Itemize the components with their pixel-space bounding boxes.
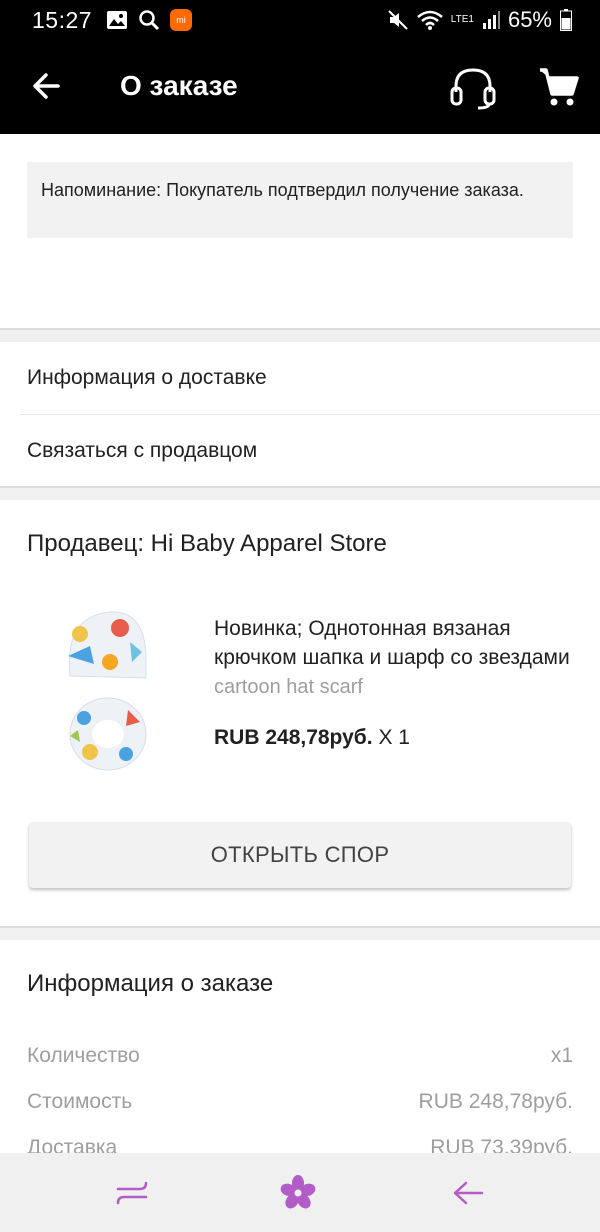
product-price-row: RUB 248,78руб. X 1 [214, 726, 410, 750]
product-price: RUB 248,78руб. [214, 726, 373, 749]
order-info-value: RUB 248,78руб. [418, 1090, 573, 1113]
contact-seller-link[interactable]: Связаться с продавцом [20, 414, 600, 486]
search-icon [139, 10, 160, 31]
status-right-icons: LTE1 65% [387, 7, 572, 33]
section-divider [0, 486, 600, 500]
order-info-value: x1 [550, 1044, 573, 1067]
headset-support-icon[interactable] [448, 64, 498, 110]
wifi-icon [416, 10, 443, 30]
mi-app-icon: mi [170, 9, 192, 31]
gallery-icon [107, 11, 127, 29]
dispute-section: ОТКРЫТЬ СПОР [0, 822, 600, 926]
seller-name[interactable]: Продавец: Hi Baby Apparel Store [0, 500, 600, 590]
reminder-banner: Напоминание: Покупатель подтвердил получ… [27, 162, 573, 238]
system-navigation-bar [0, 1153, 600, 1232]
home-flower-icon[interactable] [278, 1173, 318, 1213]
signal-icon [482, 11, 500, 29]
product-quantity: X 1 [378, 726, 410, 749]
open-dispute-button[interactable]: ОТКРЫТЬ СПОР [29, 822, 571, 888]
status-left-icons: mi [106, 9, 192, 31]
order-info-label: Стоимость [27, 1090, 133, 1113]
status-bar: 15:27 mi LTE1 65% [0, 0, 600, 42]
battery-icon [560, 9, 572, 31]
product-title-line1: Новинка; Однотонная вязаная [214, 617, 511, 640]
order-info-row: Количество x1 [0, 1044, 600, 1090]
status-time: 15:27 [32, 7, 93, 33]
product-item[interactable]: Новинка; Однотонная вязаная крючком шапк… [0, 590, 600, 822]
recents-icon[interactable] [112, 1173, 152, 1213]
cart-icon[interactable] [538, 66, 580, 108]
product-title[interactable]: Новинка; Однотонная вязаная крючком шапк… [214, 614, 574, 672]
order-info-title: Информация о заказе [27, 970, 274, 997]
product-title-line2: крючком шапка и шарф со звездами [214, 646, 570, 669]
mute-icon [388, 10, 408, 30]
app-bar: О заказе [0, 42, 600, 134]
product-variant: cartoon hat scarf [214, 676, 363, 698]
battery-percent: 65% [507, 7, 552, 32]
delivery-info-link[interactable]: Информация о доставке [0, 342, 600, 414]
order-info-row: Стоимость RUB 248,78руб. [0, 1090, 600, 1136]
page-title: О заказе [120, 70, 238, 101]
product-thumbnail[interactable] [50, 606, 198, 778]
lte-indicator: LTE1 [450, 14, 474, 25]
nav-back-icon[interactable] [448, 1173, 488, 1213]
section-divider [0, 926, 600, 940]
reminder-section: Напоминание: Покупатель подтвердил получ… [0, 134, 600, 328]
order-content: Напоминание: Покупатель подтвердил получ… [0, 134, 600, 1182]
order-info-label: Количество [27, 1044, 140, 1067]
section-divider [0, 328, 600, 342]
back-arrow-icon[interactable] [28, 66, 68, 106]
